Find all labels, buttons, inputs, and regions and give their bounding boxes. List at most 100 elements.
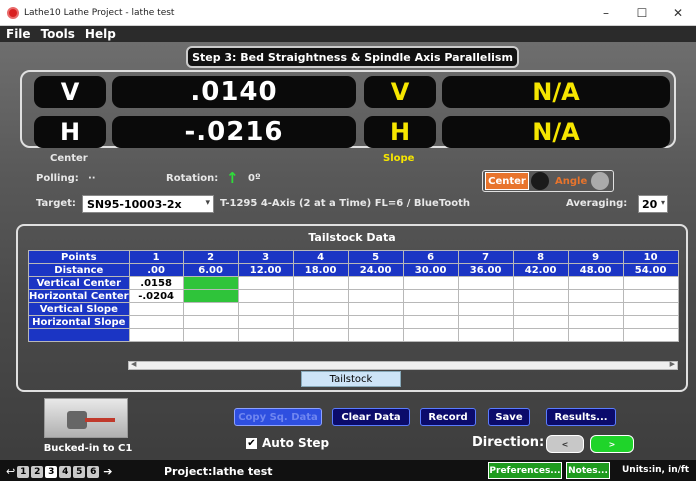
table-cell[interactable] — [128, 328, 184, 342]
maximize-button[interactable]: ☐ — [624, 0, 660, 26]
rotation-label: Rotation: — [166, 173, 219, 184]
menu-file[interactable]: File — [6, 27, 31, 41]
table-cell[interactable]: -.0204 — [128, 289, 184, 303]
table-cell[interactable] — [182, 315, 239, 329]
table-cell[interactable] — [402, 328, 459, 342]
table-cell: 5 — [347, 250, 404, 264]
clear-data-button[interactable]: Clear Data — [332, 408, 410, 426]
table-cell[interactable] — [237, 289, 294, 303]
table-cell[interactable] — [237, 302, 294, 316]
table-cell[interactable] — [622, 328, 679, 342]
table-cell[interactable] — [182, 276, 239, 290]
table-cell[interactable] — [622, 315, 679, 329]
table-cell[interactable] — [567, 315, 624, 329]
table-cell: 6 — [402, 250, 459, 264]
target-select[interactable]: SN95-10003-2x ▾ — [82, 195, 214, 213]
table-cell[interactable] — [567, 289, 624, 303]
minimize-button[interactable]: – — [588, 0, 624, 26]
step-6-button[interactable]: 6 — [87, 465, 100, 478]
auto-step-checkbox[interactable]: ✔ Auto Step — [246, 436, 329, 450]
step-1-button[interactable]: 1 — [17, 465, 30, 478]
copy-sq-data-button[interactable]: Copy Sq. Data — [234, 408, 322, 426]
table-cell[interactable] — [292, 302, 349, 316]
table-cell[interactable] — [622, 302, 679, 316]
table-cell[interactable] — [457, 302, 514, 316]
table-cell[interactable] — [402, 315, 459, 329]
step-2-button[interactable]: 2 — [31, 465, 44, 478]
menu-help[interactable]: Help — [85, 27, 116, 41]
close-button[interactable]: ✕ — [660, 0, 696, 26]
table-cell[interactable] — [512, 289, 569, 303]
table-cell[interactable] — [402, 289, 459, 303]
table-cell: 9 — [567, 250, 624, 264]
table-cell[interactable] — [457, 276, 514, 290]
preferences-button[interactable]: Preferences... — [488, 462, 562, 479]
table-cell: 8 — [512, 250, 569, 264]
row-header: Vertical Center — [28, 276, 130, 290]
table-cell[interactable] — [347, 302, 404, 316]
step-4-button[interactable]: 4 — [59, 465, 72, 478]
table-cell[interactable] — [292, 315, 349, 329]
table-cell[interactable] — [128, 315, 184, 329]
table-cell[interactable] — [237, 328, 294, 342]
step-5-button[interactable]: 5 — [73, 465, 86, 478]
results-button[interactable]: Results... — [546, 408, 616, 426]
center-angle-toggle[interactable]: Center Angle — [482, 170, 614, 192]
step-forward-icon[interactable]: ➔ — [103, 465, 112, 478]
direction-left-button[interactable]: < — [546, 435, 584, 453]
table-cell[interactable] — [457, 328, 514, 342]
horizontal-label: H — [34, 116, 106, 148]
tab-tailstock[interactable]: Tailstock — [301, 371, 401, 387]
scroll-right-icon[interactable]: ▶ — [670, 360, 675, 368]
table-cell[interactable] — [182, 289, 239, 303]
record-button[interactable]: Record — [420, 408, 476, 426]
table-cell[interactable]: .0158 — [128, 276, 184, 290]
save-button[interactable]: Save — [488, 408, 530, 426]
step-3-button[interactable]: 3 — [45, 465, 58, 478]
scroll-left-icon[interactable]: ◀ — [131, 360, 136, 368]
slope-caption: Slope — [383, 153, 415, 164]
rotation-arrow-icon: ↑ — [226, 169, 239, 187]
table-cell[interactable] — [182, 302, 239, 316]
table-cell[interactable] — [128, 302, 184, 316]
table-cell[interactable] — [347, 328, 404, 342]
table-cell[interactable] — [347, 289, 404, 303]
menu-tools[interactable]: Tools — [41, 27, 75, 41]
table-cell[interactable] — [512, 315, 569, 329]
table-cell[interactable] — [182, 328, 239, 342]
angle-toggle-button[interactable]: Angle — [555, 176, 587, 187]
table-cell: 12.00 — [237, 263, 294, 277]
direction-right-button[interactable]: > — [590, 435, 634, 453]
row-header — [28, 328, 130, 342]
vertical-center-value: .0140 — [112, 76, 356, 108]
step-back-icon[interactable]: ↩ — [6, 465, 15, 478]
window-titlebar: Lathe10 Lathe Project - lathe test – ☐ ✕ — [0, 0, 696, 26]
table-cell[interactable] — [457, 289, 514, 303]
table-cell[interactable] — [402, 276, 459, 290]
table-cell[interactable] — [237, 276, 294, 290]
table-cell[interactable] — [292, 289, 349, 303]
checkbox-check-icon[interactable]: ✔ — [246, 437, 257, 449]
table-cell[interactable] — [512, 302, 569, 316]
table-cell[interactable] — [622, 289, 679, 303]
table-cell[interactable] — [567, 276, 624, 290]
center-toggle-button[interactable]: Center — [485, 172, 529, 190]
table-cell[interactable] — [567, 302, 624, 316]
table-horizontal-scrollbar[interactable]: ◀ ▶ — [128, 360, 678, 370]
table-cell[interactable] — [402, 302, 459, 316]
table-cell[interactable] — [567, 328, 624, 342]
slope-vertical-label: V — [364, 76, 436, 108]
table-cell[interactable] — [292, 328, 349, 342]
averaging-select[interactable]: 20 ▾ — [638, 195, 668, 213]
table-cell[interactable] — [237, 315, 294, 329]
notes-button[interactable]: Notes... — [566, 462, 610, 479]
table-cell[interactable] — [347, 315, 404, 329]
table-cell[interactable] — [622, 276, 679, 290]
table-cell[interactable] — [292, 276, 349, 290]
table-cell[interactable] — [512, 276, 569, 290]
table-cell[interactable] — [347, 276, 404, 290]
slope-horizontal-label: H — [364, 116, 436, 148]
row-header: Horizontal Slope — [28, 315, 130, 329]
table-cell[interactable] — [512, 328, 569, 342]
table-cell[interactable] — [457, 315, 514, 329]
